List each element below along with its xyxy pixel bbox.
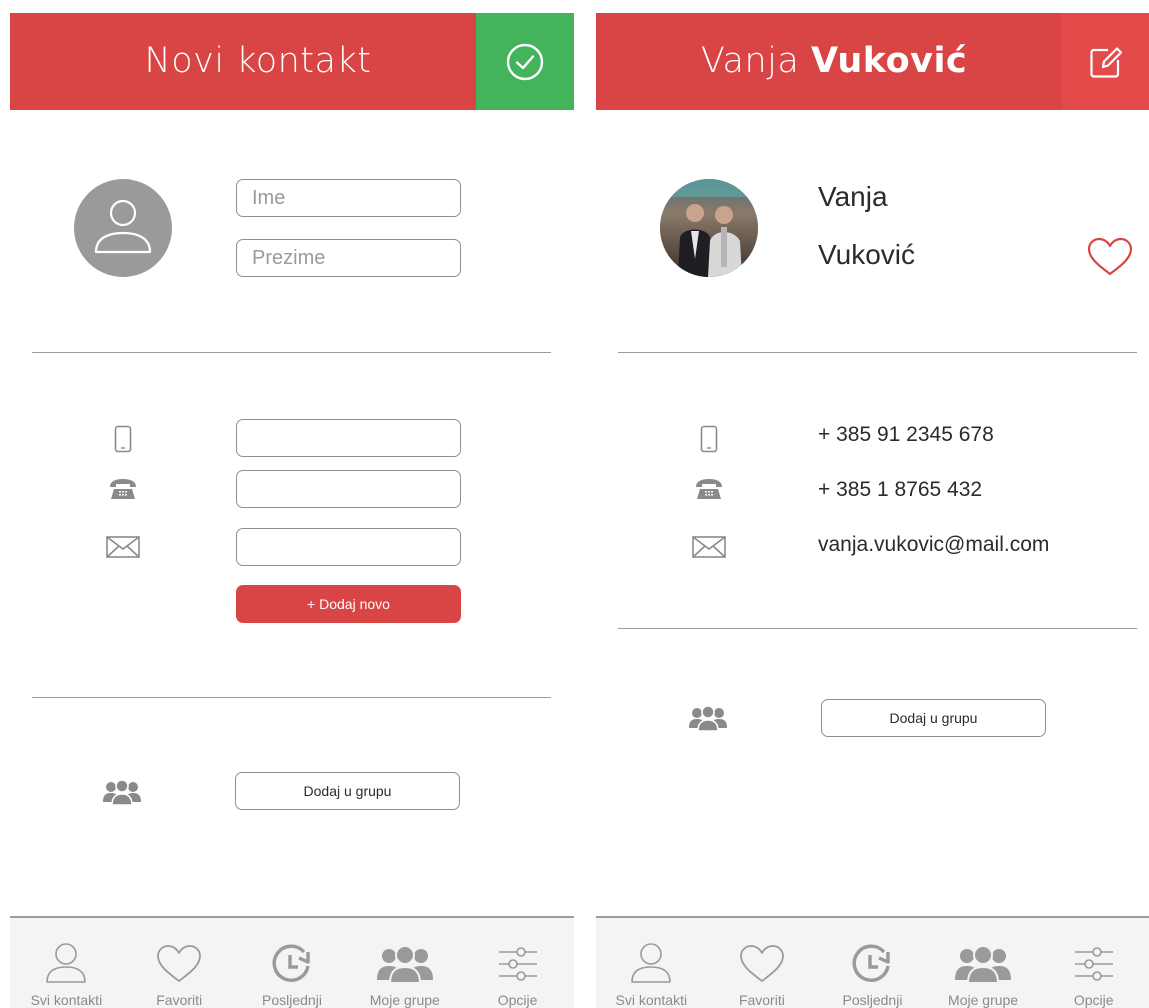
recent-clock-icon — [850, 934, 894, 984]
contact-photo[interactable] — [660, 179, 758, 277]
edit-icon — [1089, 46, 1122, 78]
tab-label: Moje grupe — [369, 992, 440, 1008]
divider — [32, 352, 551, 353]
mobile-number[interactable]: + 385 91 2345 678 — [818, 423, 994, 447]
tab-label: Posljednji — [842, 992, 903, 1008]
tab-label: Opcije — [497, 992, 538, 1008]
tab-label: Favoriti — [156, 992, 203, 1008]
sliders-icon — [1073, 934, 1115, 984]
group-icon — [688, 703, 728, 733]
new-contact-screen: Novi kontakt Ime Prezime + Dodaj novo Do… — [10, 13, 574, 1008]
group-icon — [954, 934, 1012, 984]
sliders-icon — [497, 934, 539, 984]
avatar-placeholder[interactable] — [74, 179, 172, 277]
last-name-label: Vuković — [818, 239, 916, 270]
heart-icon — [739, 934, 785, 984]
tab-all-contacts[interactable]: Svi kontakti — [596, 918, 707, 1008]
divider — [32, 697, 551, 698]
person-icon — [629, 934, 673, 984]
group-icon — [102, 777, 142, 807]
page-title: Novi kontakt — [144, 41, 372, 81]
tab-options[interactable]: Opcije — [461, 918, 574, 1008]
phone-input[interactable] — [236, 470, 461, 508]
tab-label: Opcije — [1073, 992, 1114, 1008]
mobile-phone-icon — [693, 421, 725, 457]
add-to-group-button[interactable]: Dodaj u grupu — [821, 699, 1046, 737]
mobile-input[interactable] — [236, 419, 461, 457]
tab-label: Posljednji — [262, 992, 322, 1008]
edit-button[interactable] — [1062, 13, 1149, 110]
email-address[interactable]: vanja.vukovic@mail.com — [818, 533, 1049, 557]
tab-favorites[interactable]: Favoriti — [707, 918, 818, 1008]
page-title: Vanja Vuković — [596, 13, 1062, 110]
add-new-button[interactable]: + Dodaj novo — [236, 585, 461, 623]
tab-my-groups[interactable]: Moje grupe — [928, 918, 1039, 1008]
recent-clock-icon — [270, 934, 314, 984]
tab-options[interactable]: Opcije — [1038, 918, 1149, 1008]
tab-recent[interactable]: Posljednji — [817, 918, 928, 1008]
header: Vanja Vuković — [596, 13, 1149, 110]
tab-favorites[interactable]: Favoriti — [123, 918, 236, 1008]
heart-icon — [156, 934, 202, 984]
confirm-button[interactable] — [476, 13, 574, 110]
check-circle-icon — [506, 43, 544, 80]
divider — [618, 628, 1137, 629]
group-icon — [376, 934, 434, 984]
mobile-phone-icon — [107, 421, 139, 457]
divider — [618, 352, 1137, 353]
last-name-input[interactable] — [236, 239, 461, 277]
tab-recent[interactable]: Posljednji — [236, 918, 349, 1008]
title-last-name: Vuković — [810, 41, 968, 81]
title-first-name: Vanja — [700, 41, 800, 81]
first-name-label: Vanja — [818, 181, 888, 212]
person-icon — [44, 934, 88, 984]
tab-label: Svi kontakti — [615, 992, 688, 1008]
favorite-heart-icon[interactable] — [1086, 235, 1134, 279]
add-to-group-button[interactable]: Dodaj u grupu — [235, 772, 460, 810]
tab-label: Svi kontakti — [30, 992, 103, 1008]
envelope-icon — [105, 535, 141, 559]
email-input[interactable] — [236, 528, 461, 566]
envelope-icon — [691, 535, 727, 559]
tab-label: Favoriti — [738, 992, 785, 1008]
contact-detail-screen: Vanja Vuković Vanja Vuković + 385 91 234… — [596, 13, 1149, 1008]
person-icon — [94, 199, 152, 254]
telephone-icon — [107, 475, 139, 503]
tab-label: Moje grupe — [948, 992, 1019, 1008]
phone-number[interactable]: + 385 1 8765 432 — [818, 478, 982, 502]
tab-bar: Svi kontakti Favoriti Posljednji Moje gr… — [10, 916, 574, 1008]
tab-all-contacts[interactable]: Svi kontakti — [10, 918, 123, 1008]
header: Novi kontakt — [10, 13, 574, 110]
tab-my-groups[interactable]: Moje grupe — [348, 918, 461, 1008]
first-name-input[interactable] — [236, 179, 461, 217]
tab-bar: Svi kontakti Favoriti Posljednji Moje gr… — [596, 916, 1149, 1008]
telephone-icon — [693, 475, 725, 503]
